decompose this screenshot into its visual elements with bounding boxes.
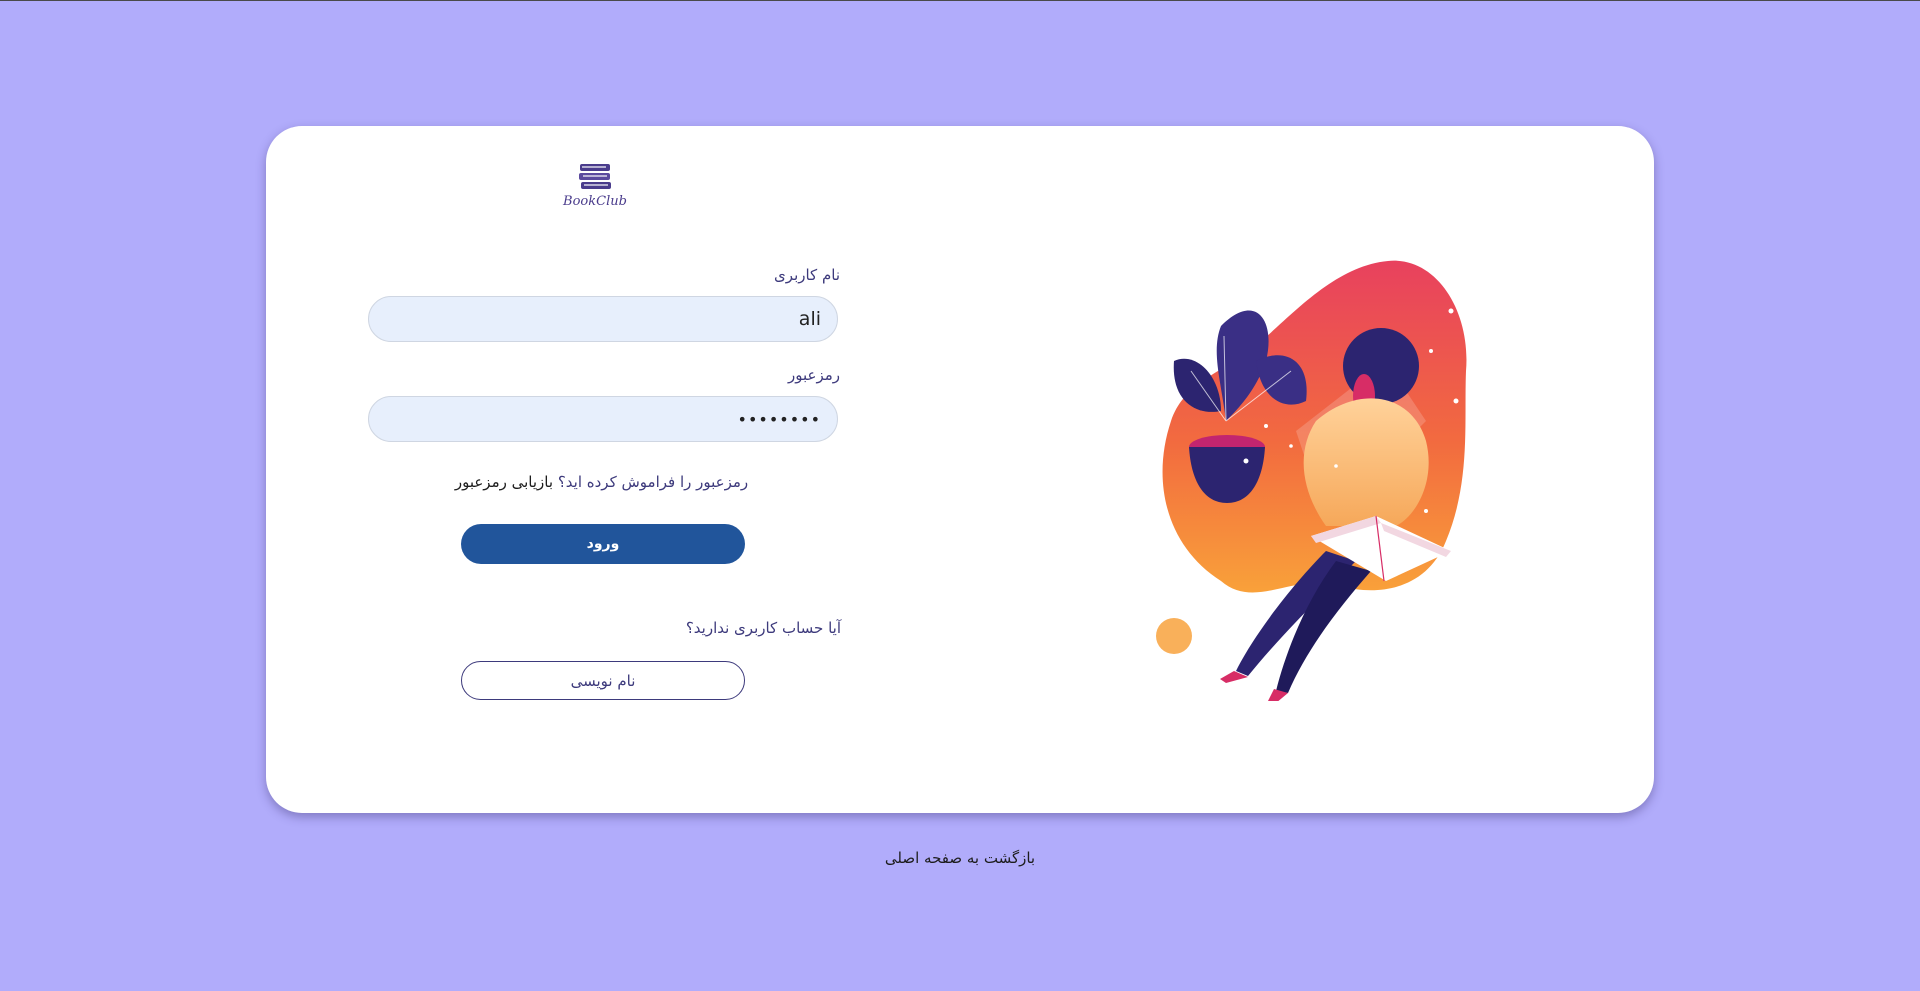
bookclub-logo: BookClub [560, 162, 630, 218]
recover-password-link[interactable]: بازیابی رمزعبور [455, 473, 553, 491]
logo-text: BookClub [563, 194, 627, 209]
no-account-text: آیا حساب کاربری ندارید؟ [685, 619, 841, 637]
back-to-home-link[interactable]: بازگشت به صفحه اصلی [860, 849, 1060, 867]
forgot-password-question: رمزعبور را فراموش کرده اید؟ [557, 473, 749, 491]
signup-button[interactable]: نام نویسی [461, 661, 745, 700]
username-label: نام کاربری [774, 266, 840, 284]
top-border [0, 0, 1920, 1]
password-label: رمزعبور [787, 366, 840, 384]
book-stack-icon [579, 164, 611, 189]
login-button[interactable]: ورود [461, 524, 745, 564]
password-input[interactable] [368, 396, 838, 442]
login-card: BookClub نام کاربری رمزعبور رمزعبور را ف… [266, 126, 1654, 813]
forgot-password-row: رمزعبور را فراموش کرده اید؟ بازیابی رمزع… [416, 473, 787, 491]
reading-person-illustration [1156, 260, 1467, 701]
username-input[interactable] [368, 296, 838, 342]
